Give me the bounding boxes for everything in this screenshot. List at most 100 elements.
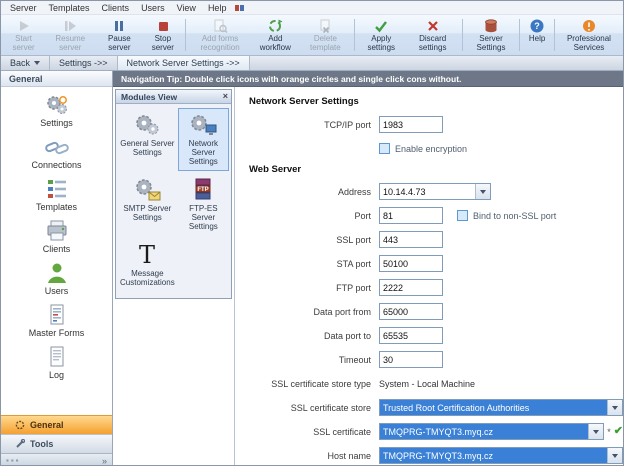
server-settings-icon [483, 18, 499, 34]
help-icon: ? [529, 18, 545, 34]
menu-server[interactable]: Server [4, 3, 43, 13]
tcp-ip-port-input[interactable] [379, 116, 443, 133]
bind-to-non-ssl-checkbox[interactable] [457, 210, 468, 221]
menu-view[interactable]: View [171, 3, 202, 13]
bind-to-non-ssl-label: Bind to non-SSL port [473, 211, 556, 221]
log-icon [44, 345, 70, 369]
module-ftp-es-server-settings[interactable]: FTP FTP-ES Server Settings [178, 173, 229, 236]
chevron-icon[interactable]: » [102, 456, 107, 466]
timeout-row: Timeout [249, 351, 623, 368]
add-workflow-button[interactable]: Add workflow [252, 16, 298, 54]
module-general-server-settings[interactable]: General Server Settings [118, 108, 177, 171]
timeout-input[interactable] [379, 351, 443, 368]
users-icon [44, 261, 70, 285]
apply-settings-label: Apply settings [360, 35, 402, 53]
start-server-button: Start server [3, 16, 44, 54]
apply-settings-icon [373, 18, 389, 34]
server-settings-button[interactable]: Server Settings [465, 16, 518, 54]
host-name-row: Host name TMQPRG-TMYQT3.myq.cz [249, 447, 623, 464]
sidebar-group-tools[interactable]: Tools [1, 434, 112, 453]
app-body: General Settings Connections Templates [1, 71, 623, 466]
address-combobox[interactable]: 10.14.4.73 [379, 183, 491, 200]
data-port-from-row: Data port from [249, 303, 623, 320]
dropdown-button[interactable] [588, 424, 603, 439]
host-name-label: Host name [249, 451, 371, 461]
professional-services-button[interactable]: Professional Services [557, 16, 621, 54]
sidebar-item-settings[interactable]: Settings [1, 90, 112, 132]
port-input[interactable] [379, 207, 443, 224]
sta-port-row: STA port [249, 255, 623, 272]
ftp-port-row: FTP port [249, 279, 623, 296]
ftp-port-input[interactable] [379, 279, 443, 296]
sidebar-group-label: Tools [30, 439, 53, 449]
toolbar-separator [519, 19, 520, 51]
add-forms-recognition-button: Add forms recognition [188, 16, 252, 54]
ftp-es-server-settings-icon: FTP [188, 177, 218, 203]
enable-encryption-label: Enable encryption [395, 144, 467, 154]
resume-server-label: Resume server [47, 35, 93, 53]
breadcrumb-segment-settings[interactable]: Settings ->> [50, 56, 118, 70]
ssl-certificate-store-combobox[interactable]: Trusted Root Certification Authorities [379, 399, 623, 416]
sidebar-bottom-strip: ▪▪▪ » [1, 453, 112, 466]
settings-form: Network Server Settings TCP/IP port Enab… [235, 87, 623, 466]
sidebar-group-general[interactable]: General [1, 415, 112, 434]
host-name-combobox[interactable]: TMQPRG-TMYQT3.myq.cz [379, 447, 623, 464]
menu-help[interactable]: Help [202, 3, 233, 13]
data-port-to-input[interactable] [379, 327, 443, 344]
enable-encryption-checkbox[interactable] [379, 143, 390, 154]
sta-port-input[interactable] [379, 255, 443, 272]
dropdown-button[interactable] [607, 448, 622, 463]
apply-settings-button[interactable]: Apply settings [357, 16, 405, 54]
sidebar-item-users[interactable]: Users [1, 258, 112, 300]
sidebar-item-label: Settings [40, 118, 73, 128]
menu-users[interactable]: Users [135, 3, 171, 13]
module-network-server-settings[interactable]: Network Server Settings [178, 108, 229, 171]
breadcrumb-back-button[interactable]: Back [1, 56, 50, 70]
module-smtp-server-settings[interactable]: SMTP Server Settings [118, 173, 177, 236]
ssl-certificate-store-row: SSL certificate store Trusted Root Certi… [249, 399, 623, 416]
sidebar-item-templates[interactable]: Templates [1, 174, 112, 216]
dropdown-button[interactable] [607, 400, 622, 415]
stop-server-label: Stop server [145, 35, 180, 53]
sidebar-item-master-forms[interactable]: Master Forms [1, 300, 112, 342]
close-icon[interactable]: × [223, 92, 228, 101]
menu-extra-icon [234, 3, 246, 13]
start-server-icon [16, 18, 32, 34]
sidebar-item-connections[interactable]: Connections [1, 132, 112, 174]
modules-view-titlebar[interactable]: Modules View × [116, 90, 231, 104]
breadcrumb: Back Settings ->> Network Server Setting… [1, 56, 623, 71]
sidebar-item-log[interactable]: Log [1, 342, 112, 384]
help-label: Help [529, 35, 545, 44]
svg-text:?: ? [534, 21, 540, 31]
add-workflow-icon [267, 18, 283, 34]
data-port-from-label: Data port from [249, 307, 371, 317]
ssl-certificate-value: TMQPRG-TMYQT3.myq.cz [380, 424, 588, 439]
required-marker: * [607, 427, 611, 437]
dropdown-button[interactable] [475, 184, 490, 199]
host-name-value: TMQPRG-TMYQT3.myq.cz [380, 448, 607, 463]
clients-printer-icon [44, 219, 70, 243]
sidebar: General Settings Connections Templates [1, 71, 113, 466]
ssl-certificate-combobox[interactable]: TMQPRG-TMYQT3.myq.cz [379, 423, 604, 440]
navigation-tip-bar: Navigation Tip: Double click icons with … [113, 71, 623, 87]
menu-clients[interactable]: Clients [96, 3, 136, 13]
discard-settings-button[interactable]: Discard settings [405, 16, 459, 54]
sidebar-item-clients[interactable]: Clients [1, 216, 112, 258]
ssl-certificate-row: SSL certificate TMQPRG-TMYQT3.myq.cz * ✔ [249, 423, 623, 440]
ssl-certificate-store-label: SSL certificate store [249, 403, 371, 413]
menu-templates[interactable]: Templates [43, 3, 96, 13]
breadcrumb-segment-network-server-settings[interactable]: Network Server Settings ->> [118, 56, 250, 70]
data-port-from-input[interactable] [379, 303, 443, 320]
delete-template-icon [317, 18, 333, 34]
tcp-ip-port-label: TCP/IP port [249, 120, 371, 130]
help-button[interactable]: ? Help [522, 16, 552, 54]
pause-server-button[interactable]: Pause server [96, 16, 142, 54]
connections-icon [44, 135, 70, 159]
ssl-port-input[interactable] [379, 231, 443, 248]
breadcrumb-segment-label: Network Server Settings ->> [127, 58, 240, 68]
sidebar-item-label: Master Forms [29, 328, 85, 338]
start-server-label: Start server [6, 35, 41, 53]
module-message-customizations[interactable]: T Message Customizations [118, 238, 177, 292]
ssl-certificate-store-type-value: System - Local Machine [379, 379, 475, 389]
stop-server-button[interactable]: Stop server [142, 16, 183, 54]
